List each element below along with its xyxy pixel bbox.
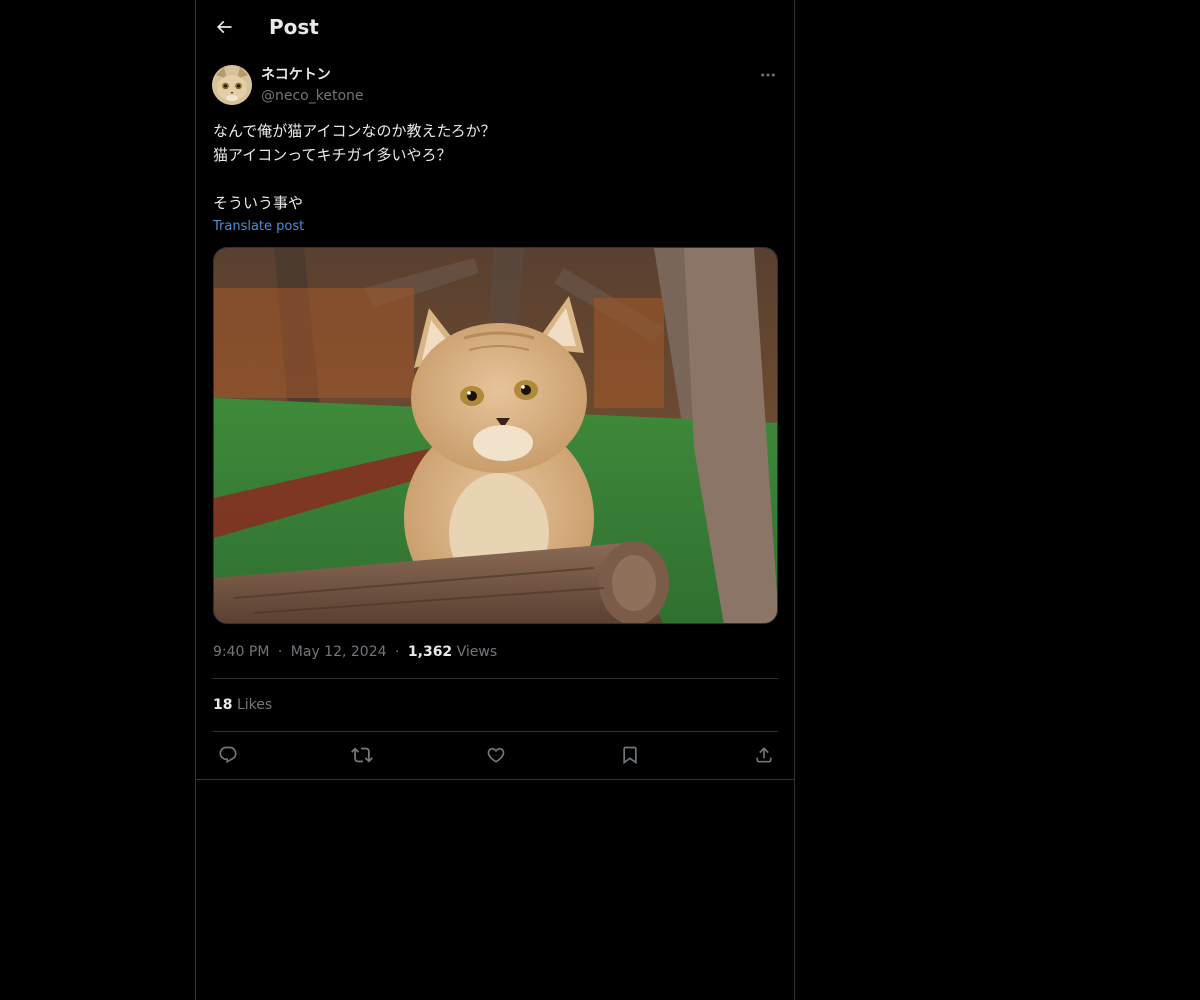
back-button[interactable]: [208, 11, 240, 43]
main-column: Post ネコケトン @neco_ketone なんで俺が猫アイコンなのか教えた…: [195, 0, 795, 1000]
cat-avatar-icon: [212, 65, 252, 105]
reply-icon: [218, 745, 238, 765]
author-handle[interactable]: @neco_ketone: [261, 86, 364, 106]
heart-icon: [486, 745, 506, 765]
more-horizontal-icon: [759, 66, 777, 84]
sand-cat-kitten-photo: [214, 248, 777, 623]
likes-stat[interactable]: 18 Likes: [213, 695, 272, 715]
share-icon: [754, 745, 774, 765]
post-image[interactable]: [213, 247, 778, 624]
meta-separator: ·: [277, 644, 283, 660]
reply-button[interactable]: [213, 741, 243, 769]
meta-separator: ·: [394, 644, 400, 660]
author-display-name[interactable]: ネコケトン: [261, 65, 331, 85]
share-button[interactable]: [749, 741, 779, 769]
translate-post-link[interactable]: Translate post: [213, 218, 304, 236]
post-metadata: 9:40 PM · May 12, 2024 · 1,362 Views: [213, 642, 497, 662]
views-count: 1,362: [407, 644, 453, 660]
bookmark-button[interactable]: [615, 741, 645, 769]
divider: [213, 731, 778, 732]
repost-button[interactable]: [347, 741, 377, 769]
action-bar: [213, 741, 778, 769]
views-label: Views: [456, 644, 498, 660]
like-button[interactable]: [481, 741, 511, 769]
more-options-button[interactable]: [756, 64, 780, 86]
likes-label: Likes: [236, 697, 273, 713]
divider: [196, 779, 794, 780]
post-date[interactable]: May 12, 2024: [291, 644, 387, 660]
page-title: Post: [269, 15, 319, 39]
likes-count: 18: [213, 697, 233, 713]
page-header: Post: [196, 0, 794, 54]
avatar[interactable]: [212, 65, 252, 105]
bookmark-icon: [620, 745, 640, 765]
divider: [213, 678, 778, 679]
post-text: なんで俺が猫アイコンなのか教えたろか？ 猫アイコンってキチガイ多いやろ？ そうい…: [213, 122, 496, 212]
repost-icon: [351, 744, 373, 766]
arrow-left-icon: [214, 17, 234, 37]
post-time[interactable]: 9:40 PM: [213, 644, 269, 660]
